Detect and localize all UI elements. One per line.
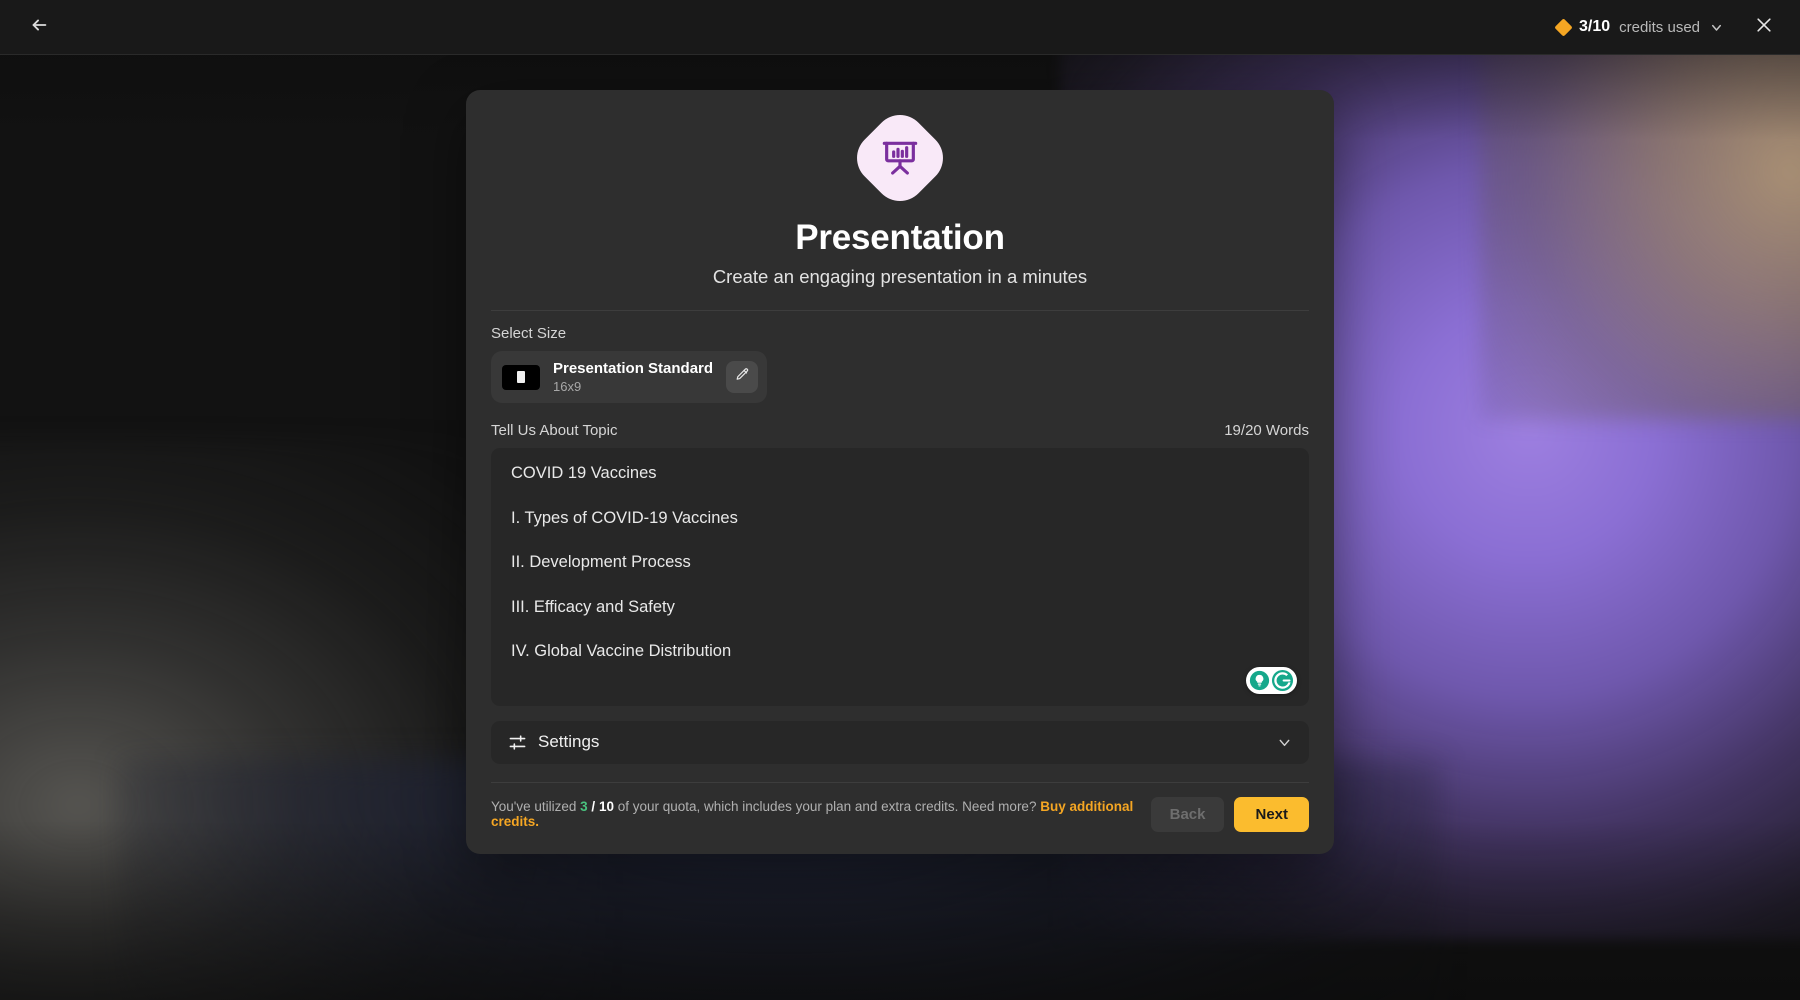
page-title: Presentation — [795, 218, 1005, 257]
chevron-down-icon[interactable] — [1276, 734, 1293, 751]
top-bar: 3/10 credits used — [0, 0, 1800, 55]
top-bar-right: 3/10 credits used — [1554, 13, 1778, 41]
topic-line: III. Efficacy and Safety — [511, 597, 675, 616]
settings-left: Settings — [508, 732, 599, 752]
topic-textarea[interactable]: COVID 19 Vaccines I. Types of COVID-19 V… — [491, 448, 1309, 706]
chevron-down-icon — [1709, 20, 1724, 35]
topic-line: II. Development Process — [511, 553, 691, 572]
slide-thumbnail-icon — [502, 364, 540, 390]
diamond-icon — [1554, 17, 1573, 37]
back-button[interactable] — [22, 10, 56, 44]
next-button[interactable]: Next — [1234, 796, 1309, 832]
quota-text: You've utilized 3 / 10 of your quota, wh… — [491, 799, 1151, 829]
footer-buttons: Back Next — [1150, 796, 1309, 832]
credits-indicator[interactable]: 3/10 credits used — [1554, 17, 1724, 37]
page-subtitle: Create an engaging presentation in a min… — [712, 266, 1088, 288]
select-size-label: Select Size — [491, 325, 567, 343]
edit-size-button[interactable] — [726, 361, 759, 394]
slide-thumbnail-inner — [517, 371, 525, 384]
credits-count: 3/10 — [1578, 18, 1611, 35]
dialog-footer: You've utilized 3 / 10 of your quota, wh… — [466, 783, 1334, 854]
pencil-icon — [735, 367, 750, 387]
quota-total: 10 — [598, 799, 614, 815]
hero-icon-container — [466, 104, 1334, 212]
settings-label: Settings — [538, 732, 600, 752]
presentation-chart-icon — [846, 104, 954, 212]
grammarly-g-icon[interactable] — [1271, 669, 1294, 692]
word-count: 19/20 Words — [1224, 422, 1309, 440]
topic-line: COVID 19 Vaccines — [511, 464, 657, 483]
size-option-name: Presentation Standard — [553, 360, 714, 378]
header-divider — [491, 310, 1309, 312]
back-button-footer[interactable]: Back — [1150, 796, 1225, 832]
arrow-left-icon — [28, 14, 50, 41]
sliders-icon — [508, 733, 527, 752]
quota-prefix: You've utilized — [491, 799, 581, 815]
size-option-card[interactable]: Presentation Standard 16x9 — [491, 351, 768, 404]
size-option-text: Presentation Standard 16x9 — [553, 360, 713, 394]
close-button[interactable] — [1750, 13, 1778, 41]
topic-line: IV. Global Vaccine Distribution — [511, 642, 732, 661]
dialog-body: Select Size Presentation Standard 16x9 T… — [466, 325, 1334, 764]
topic-line: I. Types of COVID-19 Vaccines — [511, 508, 738, 527]
quota-used: 3 — [580, 799, 588, 815]
topic-label: Tell Us About Topic — [491, 422, 618, 440]
size-option-ratio: 16x9 — [553, 379, 582, 395]
quota-suffix: of your quota, which includes your plan … — [613, 799, 1041, 815]
lightbulb-icon[interactable] — [1249, 670, 1270, 691]
grammarly-badge[interactable] — [1246, 666, 1297, 694]
credits-label: credits used — [1619, 18, 1700, 36]
close-icon — [1754, 15, 1774, 40]
settings-accordion[interactable]: Settings — [491, 720, 1309, 764]
quota-separator: / — [587, 799, 599, 815]
presentation-dialog: Presentation Create an engaging presenta… — [466, 90, 1334, 854]
topic-header: Tell Us About Topic 19/20 Words — [491, 422, 1309, 439]
